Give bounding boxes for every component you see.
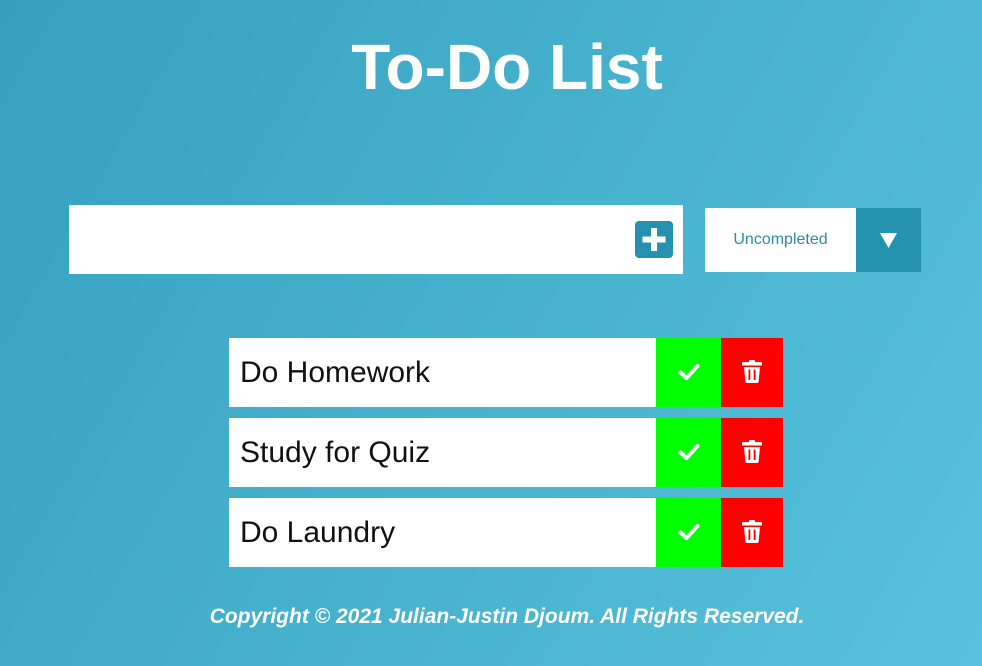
todo-item-label: Study for Quiz [240,436,431,469]
todo-list: Do Homework Study for Quiz Do Laundry [229,338,783,578]
filter-selected-value: Uncompleted [733,231,828,248]
todo-item-label: Do Laundry [240,516,396,549]
trash-icon [742,360,762,383]
plus-icon [642,228,666,251]
todo-item: Do Laundry [229,498,783,567]
copyright-footer: Copyright © 2021 Julian-Justin Djoum. Al… [209,605,805,628]
filter-dropdown-button[interactable] [856,208,921,272]
check-icon [678,524,700,540]
page-title: To-Do List [351,31,663,103]
todo-input[interactable] [69,205,624,274]
complete-button[interactable] [656,338,721,407]
todo-item: Do Homework [229,338,783,407]
triangle-down-icon [880,233,897,248]
complete-button[interactable] [656,498,721,567]
todo-item: Study for Quiz [229,418,783,487]
check-icon [678,364,700,380]
check-icon [678,444,700,460]
add-todo-button[interactable] [635,221,673,258]
trash-icon [742,440,762,463]
filter-select[interactable]: Uncompleted [705,208,921,272]
delete-button[interactable] [721,498,783,567]
trash-icon [742,520,762,543]
todo-input-container [69,205,683,274]
complete-button[interactable] [656,418,721,487]
delete-button[interactable] [721,338,783,407]
delete-button[interactable] [721,418,783,487]
todo-item-label: Do Homework [240,356,431,389]
